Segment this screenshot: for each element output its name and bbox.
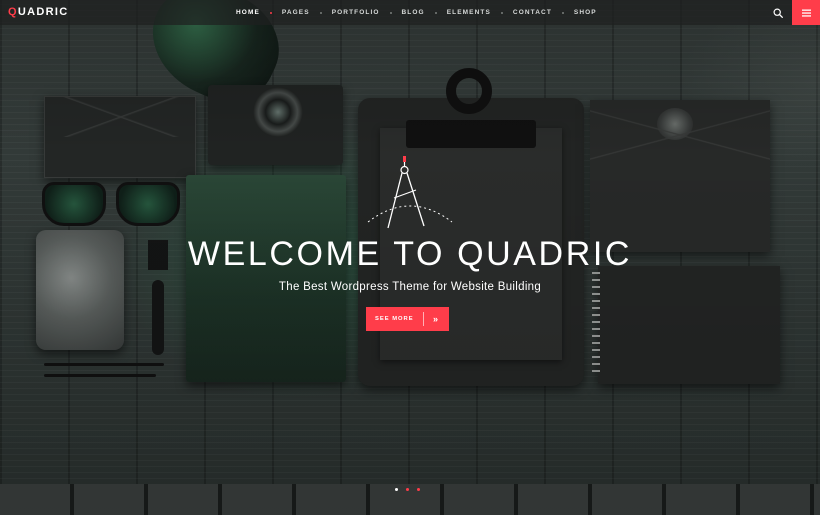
see-more-label: SEE MORE <box>375 316 414 322</box>
compass-icon <box>367 156 453 229</box>
site-logo[interactable]: QUADRIC <box>8 6 68 19</box>
nav-item-pages[interactable]: PAGES <box>272 0 320 25</box>
slider-dot-1[interactable] <box>395 488 398 491</box>
see-more-button[interactable]: SEE MORE » <box>366 307 449 331</box>
button-divider <box>423 312 424 326</box>
search-icon <box>773 7 783 18</box>
hamburger-icon <box>801 9 811 17</box>
logo-rest: UADRIC <box>17 6 69 18</box>
hero-title: WELCOME TO QUADRIC <box>187 235 633 273</box>
nav-item-elements[interactable]: ELEMENTS <box>437 0 501 25</box>
nav-item-portfolio[interactable]: PORTFOLIO <box>322 0 390 25</box>
logo-first-letter: Q <box>8 6 18 18</box>
double-chevron-right-icon: » <box>433 314 439 324</box>
slider-pagination <box>395 488 420 491</box>
slider-dot-2[interactable] <box>406 488 409 491</box>
nav-item-home[interactable]: HOME <box>226 0 270 25</box>
nav-item-shop[interactable]: SHOP <box>564 0 607 25</box>
menu-button[interactable] <box>792 0 820 25</box>
nav-item-contact[interactable]: CONTACT <box>503 0 562 25</box>
main-nav: HOME PAGES PORTFOLIO BLOG ELEMENTS CONTA… <box>226 0 607 25</box>
hero-subtitle: The Best Wordpress Theme for Website Bui… <box>278 281 542 293</box>
site-header: QUADRIC HOME PAGES PORTFOLIO BLOG ELEMEN… <box>0 0 820 25</box>
slider-dot-3[interactable] <box>417 488 420 491</box>
search-button[interactable] <box>764 0 792 25</box>
nav-item-blog[interactable]: BLOG <box>392 0 435 25</box>
